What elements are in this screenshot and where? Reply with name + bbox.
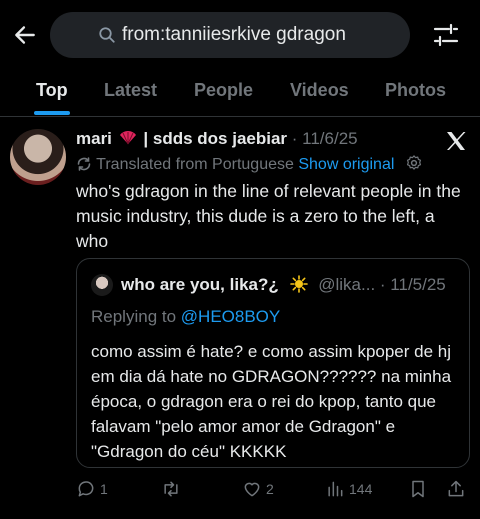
like-count: 2 bbox=[266, 481, 274, 497]
tweet-date[interactable]: · 11/6/25 bbox=[292, 129, 358, 148]
like-button[interactable]: 2 bbox=[242, 479, 274, 503]
tab-photos[interactable]: Photos bbox=[385, 80, 446, 101]
reply-button[interactable]: 1 bbox=[76, 479, 108, 503]
show-original-link[interactable]: Show original bbox=[298, 156, 394, 173]
search-input[interactable]: from:tanniiesrkive gdragon bbox=[50, 12, 410, 58]
tweet-header: mari | sdds dos jaebiar · 11/6/25 bbox=[76, 129, 358, 149]
gear-icon[interactable] bbox=[405, 154, 423, 172]
repost-button[interactable] bbox=[160, 479, 186, 503]
quote-date: · 11/5/25 bbox=[379, 275, 446, 294]
views-icon bbox=[328, 481, 343, 497]
share-button[interactable] bbox=[446, 479, 466, 503]
x-logo-icon[interactable] bbox=[444, 129, 468, 153]
translation-row: Translated from Portuguese Show original bbox=[76, 154, 423, 174]
translated-from-label: Translated from Portuguese bbox=[96, 156, 294, 173]
tweet-text: who's gdragon in the line of relevant pe… bbox=[76, 181, 461, 251]
tweet-actions: 1 2 144 bbox=[0, 477, 480, 507]
quote-avatar[interactable] bbox=[91, 274, 113, 296]
bookmark-button[interactable] bbox=[408, 479, 428, 503]
quote-handle: @lika... bbox=[318, 275, 376, 294]
tab-top[interactable]: Top bbox=[36, 80, 68, 101]
quote-header: who are you, lika?¿ @lika... · 11/5/25 bbox=[121, 275, 446, 295]
share-icon bbox=[448, 480, 464, 497]
author-name-suffix[interactable]: | sdds dos jaebiar bbox=[143, 129, 287, 148]
search-icon bbox=[99, 27, 115, 43]
search-tabs: Top Latest People Videos Photos bbox=[0, 64, 480, 117]
quote-text: como assim é hate? e como assim kpoper d… bbox=[91, 342, 452, 461]
filter-icon[interactable] bbox=[432, 22, 460, 48]
views-button[interactable]: 144 bbox=[325, 479, 372, 503]
tab-people[interactable]: People bbox=[194, 80, 253, 101]
back-arrow-icon[interactable] bbox=[12, 22, 38, 48]
replying-to-handle[interactable]: @HEO8BOY bbox=[181, 307, 280, 326]
avatar[interactable] bbox=[10, 129, 66, 185]
search-query: from:tanniiesrkive gdragon bbox=[122, 24, 346, 45]
tweet[interactable]: mari | sdds dos jaebiar · 11/6/25 Transl… bbox=[0, 117, 480, 519]
tab-videos[interactable]: Videos bbox=[290, 80, 349, 101]
bookmark-icon bbox=[412, 480, 424, 498]
repost-icon bbox=[164, 481, 178, 497]
reply-count: 1 bbox=[100, 481, 108, 497]
top-bar: from:tanniiesrkive gdragon bbox=[0, 0, 480, 64]
author-name[interactable]: mari bbox=[76, 129, 112, 148]
active-tab-indicator bbox=[34, 111, 70, 115]
heart-icon bbox=[244, 482, 260, 497]
reply-icon bbox=[78, 481, 94, 497]
view-count: 144 bbox=[349, 481, 373, 497]
fan-emoji-icon bbox=[119, 131, 136, 145]
translate-icon bbox=[77, 157, 91, 171]
sun-emoji-icon bbox=[289, 275, 308, 293]
tab-latest[interactable]: Latest bbox=[104, 80, 157, 101]
quoted-tweet[interactable]: who are you, lika?¿ @lika... · 11/5/25 R… bbox=[76, 258, 470, 468]
replying-to-label: Replying to bbox=[91, 307, 177, 326]
quote-author-name: who are you, lika?¿ bbox=[121, 275, 279, 294]
replying-to: Replying to @HEO8BOY bbox=[91, 307, 280, 327]
